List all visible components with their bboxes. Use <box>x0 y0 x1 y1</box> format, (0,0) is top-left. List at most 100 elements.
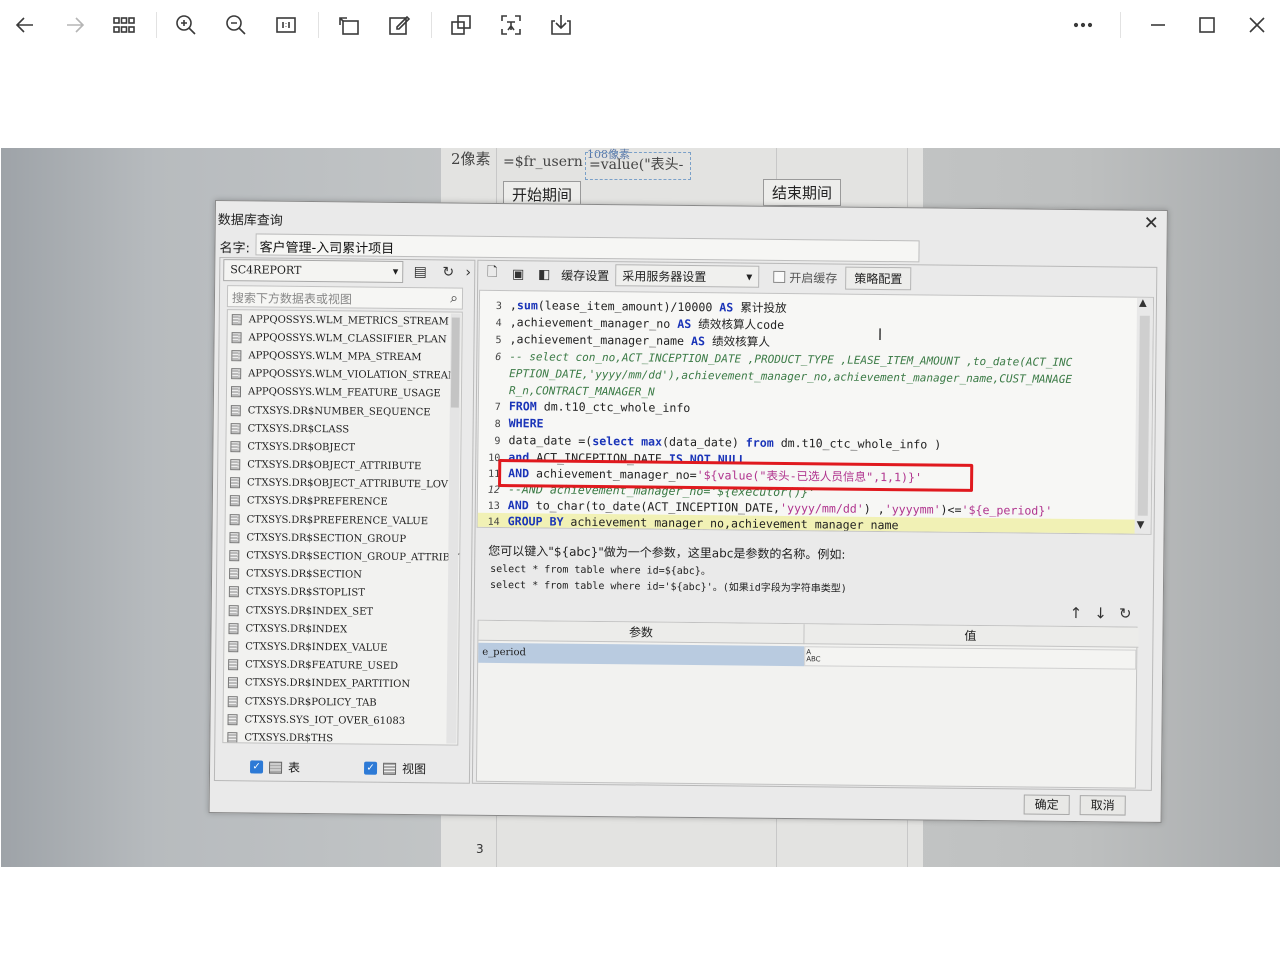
table-icon <box>230 404 241 416</box>
enable-cache-checkbox[interactable]: 开启缓存 <box>773 268 837 286</box>
rotate-icon[interactable] <box>332 8 366 42</box>
table-item[interactable]: CTXSYS.DR$INDEX_SET <box>225 601 459 622</box>
param-value-header: 值 <box>964 628 977 643</box>
expand-icon[interactable]: › <box>457 262 479 284</box>
table-item[interactable]: CTXSYS.DR$INDEX_PARTITION <box>224 674 458 695</box>
arrow-right-icon[interactable] <box>58 8 92 42</box>
scrollbar-thumb[interactable] <box>1137 315 1150 516</box>
actual-size-icon[interactable] <box>269 8 303 42</box>
cache-settings-label[interactable]: 缓存设置 <box>561 266 609 284</box>
arrow-left-icon[interactable] <box>8 8 42 42</box>
table-item[interactable]: CTXSYS.DR$OBJECT_ATTRIBUTE_LOV <box>226 474 460 495</box>
table-item[interactable]: CTXSYS.DR$THS <box>223 728 457 745</box>
save-icon[interactable] <box>544 8 578 42</box>
photo-image: 2像素 =$fr_usern 108像素 =value("表头- 开始期间 结束… <box>1 148 1280 867</box>
table-item[interactable]: CTXSYS.DR$SECTION_GROUP_ATTRIBUTE <box>225 547 463 568</box>
table-item[interactable]: CTXSYS.DR$STOPLIST <box>225 583 459 604</box>
table-item[interactable]: CTXSYS.DR$PREFERENCE <box>226 492 460 513</box>
search-placeholder: 搜索下方数据表或视图 <box>231 291 353 307</box>
checkbox-unchecked-icon[interactable] <box>773 270 786 283</box>
arrow-down-icon[interactable]: ↓ <box>1094 604 1107 622</box>
preview-icon[interactable]: 🗋 <box>483 265 501 283</box>
table-icon <box>230 422 241 434</box>
save-query-icon[interactable]: ▣ <box>509 265 527 283</box>
more-icon[interactable] <box>1066 8 1100 42</box>
table-item[interactable]: CTXSYS.DR$OBJECT_ATTRIBUTE <box>226 456 460 477</box>
param-name-header: 参数 <box>478 620 805 645</box>
table-item[interactable]: CTXSYS.DR$POLICY_TAB <box>224 692 458 713</box>
ok-button[interactable]: 确定 <box>1023 794 1070 815</box>
close-icon[interactable] <box>1240 8 1274 42</box>
refresh-icon[interactable]: ↻ <box>437 261 459 283</box>
viewer-bottom-area <box>0 867 1281 960</box>
text-cursor-icon: I <box>877 324 883 344</box>
table-icon <box>228 586 239 598</box>
policy-config-button[interactable]: 策略配置 <box>845 266 912 290</box>
table-icon <box>229 513 240 525</box>
minimize-icon[interactable] <box>1141 8 1175 42</box>
view-icon <box>382 762 397 775</box>
param-value-cell[interactable]: A ABC <box>804 646 1137 670</box>
edit-icon[interactable] <box>382 8 416 42</box>
arrow-up-icon[interactable]: ↑ <box>1070 604 1083 622</box>
table-icon <box>229 532 240 544</box>
chevron-down-icon[interactable]: ▼ <box>1137 520 1145 531</box>
sql-editor[interactable]: 3 ,sum(lease_item_amount)/10000 AS 累计投放 4… <box>476 289 1155 535</box>
filter-table[interactable]: ✓ 表 <box>249 758 300 776</box>
name-label: 名字: <box>219 241 250 257</box>
table-item[interactable]: CTXSYS.DR$SECTION_GROUP <box>225 528 459 549</box>
table-item[interactable]: CTXSYS.DR$OBJECT <box>226 437 460 458</box>
search-icon[interactable]: ⌕ <box>450 290 458 306</box>
table-icon <box>230 386 242 398</box>
table-view-icon[interactable]: ▤ <box>409 261 431 283</box>
checkbox-checked-icon[interactable]: ✓ <box>249 760 264 774</box>
table-item[interactable]: CTXSYS.DR$FEATURE_USED <box>224 656 458 677</box>
table-item[interactable]: APPQOSSYS.WLM_METRICS_STREAM <box>228 310 462 331</box>
checkbox-checked-icon[interactable]: ✓ <box>363 761 378 775</box>
strategy-select[interactable]: 采用服务器设置 ▾ <box>615 264 760 288</box>
table-icon <box>228 622 239 635</box>
table-search-input[interactable]: 搜索下方数据表或视图 ⌕ <box>226 285 464 310</box>
table-icon <box>231 350 242 362</box>
highlight-annotation <box>498 458 974 492</box>
table-icon <box>227 677 238 689</box>
table-item[interactable]: CTXSYS.DR$CLASS <box>227 419 461 440</box>
zoom-in-icon[interactable] <box>169 8 203 42</box>
table-icon <box>228 641 239 653</box>
table-item[interactable]: CTXSYS.DR$SECTION <box>225 565 459 586</box>
database-query-dialog: 数据库查询 ✕ 名字: 客户管理-入司累计项目 SC4REPORT ▾ ▤ ↻ … <box>208 200 1168 823</box>
table-item[interactable]: APPQOSSYS.WLM_CLASSIFIER_PLAN <box>227 328 461 349</box>
table-icon <box>228 604 239 616</box>
table-item[interactable]: CTXSYS.DR$INDEX_VALUE <box>224 637 458 658</box>
table-item[interactable]: APPQOSSYS.WLM_FEATURE_USAGE <box>227 383 461 404</box>
table-icon <box>227 713 238 725</box>
refresh-icon[interactable]: ↻ <box>1119 604 1132 622</box>
table-item[interactable]: CTXSYS.SYS_IOT_OVER_61083 <box>223 710 457 731</box>
text-recognition-icon[interactable] <box>494 8 528 42</box>
cache-settings-icon[interactable]: ◧ <box>535 265 553 283</box>
dialog-close-icon[interactable]: ✕ <box>1144 213 1159 234</box>
param-name-cell[interactable]: e_period <box>478 642 805 667</box>
filter-view[interactable]: ✓ 视图 <box>363 760 426 778</box>
table-item[interactable]: CTXSYS.DR$INDEX <box>224 619 458 640</box>
grid-icon[interactable] <box>107 8 141 42</box>
crop-icon[interactable] <box>444 8 478 42</box>
table-icon <box>229 477 241 489</box>
chevron-up-icon[interactable]: ▲ <box>1139 298 1147 309</box>
maximize-icon[interactable] <box>1190 8 1224 42</box>
dialog-title: 数据库查询 <box>217 213 283 229</box>
editor-scrollbar[interactable]: ▲ ▼ <box>1134 297 1154 534</box>
table-icon <box>231 368 242 380</box>
table-item[interactable]: CTXSYS.DR$PREFERENCE_VALUE <box>226 510 460 531</box>
cancel-button[interactable]: 取消 <box>1079 795 1126 816</box>
table-item[interactable]: APPQOSSYS.WLM_MPA_STREAM <box>227 347 461 368</box>
table-item[interactable]: CTXSYS.DR$NUMBER_SEQUENCE <box>227 401 461 422</box>
table-icon <box>229 495 240 507</box>
scrollbar-thumb[interactable] <box>450 317 460 408</box>
table-item[interactable]: APPQOSSYS.WLM_VIOLATION_STREAM <box>227 365 461 386</box>
database-select[interactable]: SC4REPORT ▾ <box>223 259 404 283</box>
table-list: APPQOSSYS.WLM_METRICS_STREAM APPQOSSYS.W… <box>222 309 463 746</box>
zoom-out-icon[interactable] <box>219 8 253 42</box>
hint-example-1: select * from table where id=${abc}。 <box>490 563 711 578</box>
table-row[interactable]: e_period A ABC <box>478 642 1138 670</box>
